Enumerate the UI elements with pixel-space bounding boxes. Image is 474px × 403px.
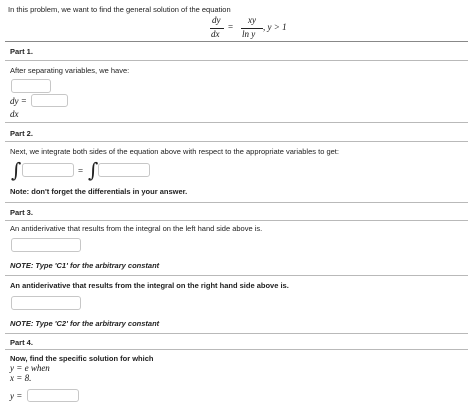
part1-text: After separating variables, we have: — [10, 66, 130, 75]
part2-title: Part 2. — [10, 129, 33, 138]
divider — [5, 349, 468, 350]
part4-y-label: y = — [10, 391, 23, 401]
part3-note-c1: NOTE: Type 'C1' for the arbitrary consta… — [10, 261, 160, 270]
left-integral-symbol: ∫ — [11, 158, 22, 182]
eq-lny: ln y — [242, 29, 256, 39]
divider — [5, 122, 468, 123]
part4-condition-y: y = e when — [10, 363, 50, 373]
divider — [5, 60, 468, 61]
part3-text-right: An antiderivative that results from the … — [10, 281, 289, 290]
part1-title: Part 1. — [10, 47, 33, 56]
part3-right-antiderivative-input[interactable] — [11, 296, 81, 310]
part2-left-integrand-input[interactable] — [22, 163, 74, 177]
divider — [5, 220, 468, 221]
part2-equals: = — [78, 166, 84, 176]
part3-text-left: An antiderivative that results from the … — [10, 224, 263, 233]
part1-dx-label: dx — [10, 109, 19, 119]
part4-title: Part 4. — [10, 338, 33, 347]
divider — [5, 333, 468, 334]
right-integral-symbol: ∫ — [88, 158, 99, 182]
part3-left-antiderivative-input[interactable] — [11, 238, 81, 252]
eq-xy: xy — [248, 15, 256, 25]
divider — [5, 202, 468, 203]
divider — [5, 275, 468, 276]
eq-condition: , y > 1 — [263, 22, 287, 32]
part2-text: Next, we integrate both sides of the equ… — [10, 147, 339, 156]
eq-equals: = — [228, 22, 234, 32]
part4-text: Now, find the specific solution for whic… — [10, 354, 154, 363]
intro-text: In this problem, we want to find the gen… — [8, 5, 231, 14]
eq-dy: dy — [212, 15, 221, 25]
part1-numerator-input[interactable] — [11, 79, 51, 93]
part4-solution-input[interactable] — [27, 389, 79, 402]
part2-note: Note: don't forget the differentials in … — [10, 187, 188, 196]
divider — [5, 41, 468, 42]
part1-dy-input[interactable] — [31, 94, 68, 107]
part4-condition-x: x = 8. — [10, 373, 32, 383]
part3-title: Part 3. — [10, 208, 33, 217]
part2-right-integrand-input[interactable] — [98, 163, 150, 177]
part1-dy-label: dy = — [10, 96, 27, 106]
eq-dx: dx — [211, 29, 220, 39]
part3-note-c2: NOTE: Type 'C2' for the arbitrary consta… — [10, 319, 160, 328]
divider — [5, 141, 468, 142]
